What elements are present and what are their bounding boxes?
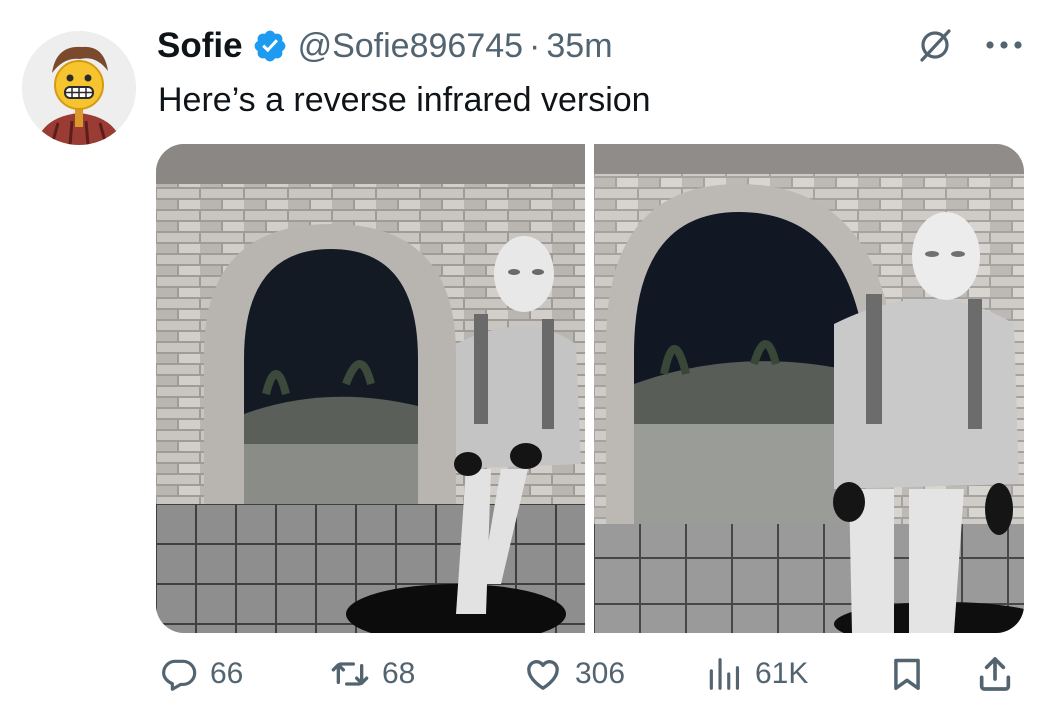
action-bar: 66 68 306 61K — [0, 648, 1046, 700]
verified-badge-icon[interactable] — [252, 28, 288, 64]
avatar[interactable] — [22, 31, 136, 145]
photo-right[interactable] — [594, 144, 1024, 633]
reply-count: 66 — [210, 657, 244, 690]
views-button[interactable]: 61K — [705, 648, 808, 700]
heart-icon — [523, 654, 563, 694]
separator-dot: · — [529, 26, 541, 65]
retweet-count: 68 — [382, 657, 416, 690]
more-options-icon[interactable] — [984, 39, 1024, 51]
media-grid — [156, 144, 1024, 633]
views-icon — [705, 655, 743, 693]
bookmark-button[interactable] — [888, 648, 926, 700]
doorbell-photo-left — [156, 144, 585, 633]
avatar-image — [22, 31, 136, 145]
tweet-timestamp[interactable]: 35m — [546, 27, 612, 66]
views-count: 61K — [755, 657, 809, 690]
photo-left[interactable] — [156, 144, 585, 633]
bookmark-icon — [888, 655, 926, 693]
reply-icon — [160, 655, 198, 693]
share-icon — [975, 654, 1015, 694]
reply-button[interactable]: 66 — [160, 648, 243, 700]
like-count: 306 — [575, 657, 626, 690]
share-button[interactable] — [975, 648, 1015, 700]
author-name[interactable]: Sofie — [157, 26, 243, 66]
header-actions — [916, 26, 1024, 64]
retweet-button[interactable]: 68 — [330, 648, 415, 700]
like-button[interactable]: 306 — [523, 648, 625, 700]
tweet-text: Here’s a reverse infrared version — [158, 81, 651, 119]
tweet-header: Sofie @Sofie896745 · 35m — [157, 22, 613, 70]
author-handle[interactable]: @Sofie896745 — [298, 27, 523, 66]
grok-icon[interactable] — [916, 26, 954, 64]
retweet-icon — [330, 654, 370, 694]
doorbell-photo-right — [594, 144, 1024, 633]
